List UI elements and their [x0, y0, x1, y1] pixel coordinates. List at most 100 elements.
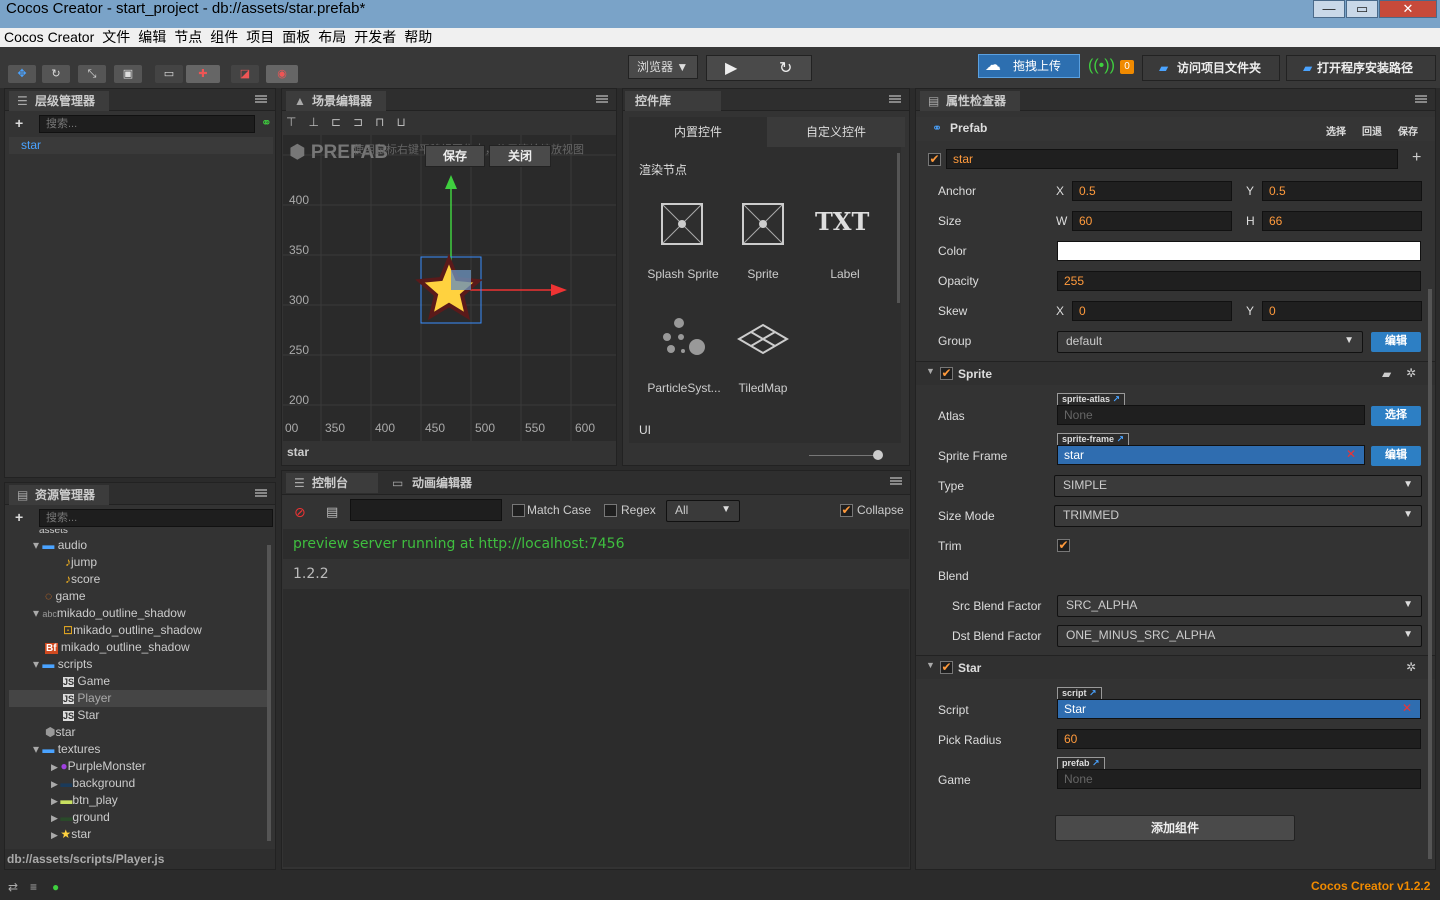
- gear-icon[interactable]: ✲: [1406, 366, 1416, 380]
- hierarchy-tab[interactable]: ☰ 层级管理器: [9, 91, 109, 111]
- sprite-frame-edit-button[interactable]: 编辑: [1371, 446, 1421, 466]
- open-log-icon[interactable]: ▤: [326, 504, 338, 520]
- skew-x-field[interactable]: 0: [1072, 301, 1232, 321]
- align-tools[interactable]: ⊤⊥⊏⊐⊓⊔: [286, 115, 446, 133]
- sync-icon[interactable]: ⇄: [8, 880, 18, 894]
- scale-tool-icon[interactable]: ⤡: [78, 65, 106, 83]
- gear-icon[interactable]: ✲: [1406, 660, 1416, 674]
- add-asset-icon[interactable]: +: [15, 509, 23, 525]
- tab-builtin-widgets[interactable]: 内置控件: [629, 117, 767, 147]
- tiledmap-icon[interactable]: [737, 323, 789, 359]
- anchor-x-field[interactable]: 0.5: [1072, 181, 1232, 201]
- tree-item[interactable]: ▶ ▬ground: [9, 809, 267, 826]
- skew-y-field[interactable]: 0: [1262, 301, 1422, 321]
- tree-root[interactable]: assets: [9, 529, 267, 537]
- move-tool-icon[interactable]: ✥: [8, 65, 36, 83]
- color-swatch[interactable]: [1057, 241, 1421, 261]
- menu-project[interactable]: 项目: [242, 28, 278, 47]
- menu-component[interactable]: 组件: [206, 28, 242, 47]
- add-icon[interactable]: +: [1412, 149, 1421, 167]
- tree-item[interactable]: ♪jump: [9, 554, 267, 571]
- clear-console-icon[interactable]: ⊘: [294, 504, 306, 521]
- tree-folder[interactable]: ▾ ▬ textures: [9, 741, 267, 758]
- console-menu-icon[interactable]: [890, 477, 902, 485]
- global-pivot-icon[interactable]: ✚: [186, 65, 220, 83]
- menu-edit[interactable]: 编辑: [134, 28, 170, 47]
- rect-tool-icon[interactable]: ▣: [114, 65, 142, 83]
- node-name-field[interactable]: star: [946, 149, 1398, 169]
- inspector-tab[interactable]: ▤ 属性检查器: [920, 91, 1020, 111]
- src-blend-select[interactable]: SRC_ALPHA: [1057, 595, 1422, 617]
- opacity-field[interactable]: 255: [1057, 271, 1421, 291]
- tree-item-selected[interactable]: JS Player: [9, 690, 267, 707]
- tree-item[interactable]: Bf mikado_outline_shadow: [9, 639, 267, 656]
- atlas-select-button[interactable]: 选择: [1371, 406, 1421, 426]
- tab-animation[interactable]: ▭ 动画编辑器: [380, 473, 482, 493]
- inspector-scrollbar[interactable]: [1428, 289, 1432, 859]
- clear-icon[interactable]: ✕: [1402, 701, 1412, 715]
- dst-blend-select[interactable]: ONE_MINUS_SRC_ALPHA: [1057, 625, 1422, 647]
- atlas-field[interactable]: None: [1057, 405, 1365, 425]
- menu-node[interactable]: 节点: [170, 28, 206, 47]
- prefab-save-button[interactable]: 保存: [425, 145, 485, 167]
- add-component-button[interactable]: 添加组件: [1055, 815, 1295, 841]
- caret-down-icon[interactable]: ▼: [926, 660, 935, 670]
- assets-menu-icon[interactable]: [255, 489, 267, 497]
- assets-scrollbar[interactable]: [267, 545, 271, 841]
- assets-search-input[interactable]: 搜索...: [39, 509, 273, 527]
- upload-button[interactable]: ☁ 拖拽上传: [978, 54, 1080, 78]
- pick-radius-field[interactable]: 60: [1057, 729, 1421, 749]
- prefab-apply-button[interactable]: 保存: [1398, 123, 1418, 138]
- trim-checkbox[interactable]: ✔: [1057, 539, 1070, 552]
- minimize-button[interactable]: —: [1313, 0, 1345, 18]
- close-window-button[interactable]: ✕: [1379, 0, 1437, 18]
- tree-item[interactable]: ⬢star: [9, 724, 267, 741]
- tree-folder[interactable]: ▾ ▬ scripts: [9, 656, 267, 673]
- scene-viewport[interactable]: ⬢ PREFAB 使用鼠标右键平移视图焦点，使用滚轮缩放视图 保存 关闭 400…: [283, 135, 616, 463]
- menu-developer[interactable]: 开发者: [350, 28, 400, 47]
- tree-item[interactable]: ⊡mikado_outline_shadow: [9, 622, 267, 639]
- menu-file[interactable]: 文件: [98, 28, 134, 47]
- rotate-tool-icon[interactable]: ↻: [42, 65, 70, 83]
- match-case-checkbox[interactable]: [512, 504, 525, 517]
- particle-system-icon[interactable]: [659, 317, 707, 357]
- tree-item[interactable]: ♪score: [9, 571, 267, 588]
- scene-tab[interactable]: ▲ 场景编辑器: [286, 91, 386, 111]
- tree-item[interactable]: ▶ ▬background: [9, 775, 267, 792]
- menu-panel[interactable]: 面板: [278, 28, 314, 47]
- tab-console[interactable]: ☰ 控制台: [286, 473, 378, 493]
- size-h-field[interactable]: 66: [1262, 211, 1422, 231]
- widgets-scrollbar[interactable]: [897, 153, 900, 303]
- label-icon[interactable]: TXT: [815, 207, 869, 236]
- database-icon[interactable]: ≡: [30, 880, 37, 894]
- refresh-icon[interactable]: ↻: [779, 58, 792, 78]
- local-pivot-icon[interactable]: ▭: [155, 65, 183, 83]
- prefab-close-button[interactable]: 关闭: [489, 145, 551, 167]
- help-doc-icon[interactable]: ▰: [1382, 367, 1391, 381]
- tree-item[interactable]: ▶ ★star: [9, 826, 267, 841]
- group-edit-button[interactable]: 编辑: [1371, 332, 1421, 352]
- sprite-enabled-checkbox[interactable]: ✔: [940, 367, 953, 380]
- tree-item[interactable]: ▶ ▬btn_play: [9, 792, 267, 809]
- assets-tab[interactable]: ▤ 资源管理器: [9, 485, 109, 505]
- tree-folder[interactable]: ▾ ▬ audio: [9, 537, 267, 554]
- tree-item[interactable]: JS Game: [9, 673, 267, 690]
- clear-icon[interactable]: ✕: [1346, 447, 1356, 461]
- node-active-checkbox[interactable]: ✔: [928, 153, 941, 166]
- menu-app[interactable]: Cocos Creator: [0, 28, 98, 47]
- game-field[interactable]: None: [1057, 769, 1421, 789]
- tree-folder[interactable]: ▾ abcmikado_outline_shadow: [9, 605, 267, 622]
- type-select[interactable]: SIMPLE: [1054, 475, 1422, 497]
- splash-sprite-icon[interactable]: [661, 203, 703, 245]
- hierarchy-item-star[interactable]: star: [9, 137, 273, 154]
- size-mode-select[interactable]: TRIMMED: [1054, 505, 1422, 527]
- log-level-select[interactable]: All: [666, 500, 740, 522]
- add-node-icon[interactable]: +: [15, 115, 23, 131]
- play-icon[interactable]: ▶: [725, 58, 737, 78]
- center-mode-icon[interactable]: ◉: [266, 65, 298, 83]
- tree-item[interactable]: JS Star: [9, 707, 267, 724]
- hierarchy-search-input[interactable]: 搜索...: [39, 115, 255, 133]
- widgets-tab[interactable]: 控件库: [625, 91, 721, 111]
- maximize-button[interactable]: ▭: [1346, 0, 1378, 18]
- group-select[interactable]: default: [1057, 331, 1363, 353]
